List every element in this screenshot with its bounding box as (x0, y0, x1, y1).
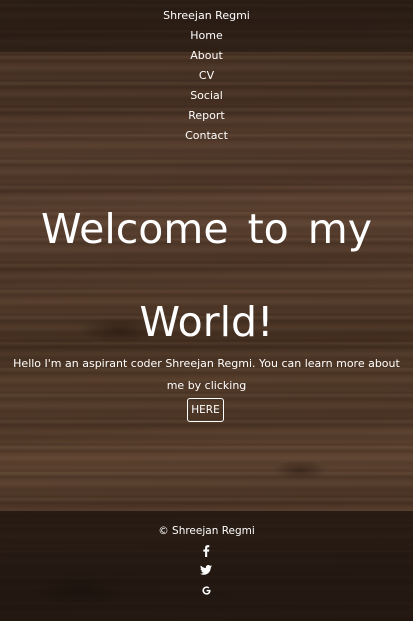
main-navigation: Shreejan Regmi Home About CV Social Repo… (0, 6, 413, 146)
google-link[interactable] (196, 582, 216, 600)
nav-item-cv[interactable]: CV (0, 66, 413, 86)
nav-item-about[interactable]: About (0, 46, 413, 66)
nav-menu: Home About CV Social Report Contact (0, 26, 413, 146)
copyright-text: © Shreejan Regmi (158, 525, 255, 537)
twitter-icon (200, 565, 212, 575)
twitter-link[interactable] (196, 562, 216, 580)
facebook-icon (203, 545, 210, 557)
nav-item-contact-wrap: Contact (0, 126, 413, 146)
nav-item-home-wrap: Home (0, 26, 413, 46)
nav-item-social[interactable]: Social (0, 86, 413, 106)
google-icon (201, 586, 211, 595)
hero-title: Welcome to my World! (41, 205, 372, 346)
nav-item-report-wrap: Report (0, 106, 413, 126)
nav-item-report[interactable]: Report (0, 106, 413, 126)
here-button[interactable]: HERE (187, 398, 224, 422)
facebook-link[interactable] (196, 542, 216, 560)
nav-item-about-wrap: About (0, 46, 413, 66)
nav-item-contact[interactable]: Contact (0, 126, 413, 146)
nav-item-social-wrap: Social (0, 86, 413, 106)
brand-link[interactable]: Shreejan Regmi (0, 6, 413, 26)
nav-item-home[interactable]: Home (0, 26, 413, 46)
hero-description: Hello I'm an aspirant coder Shreejan Reg… (13, 357, 400, 392)
nav-item-cv-wrap: CV (0, 66, 413, 86)
footer: © Shreejan Regmi (0, 511, 413, 621)
